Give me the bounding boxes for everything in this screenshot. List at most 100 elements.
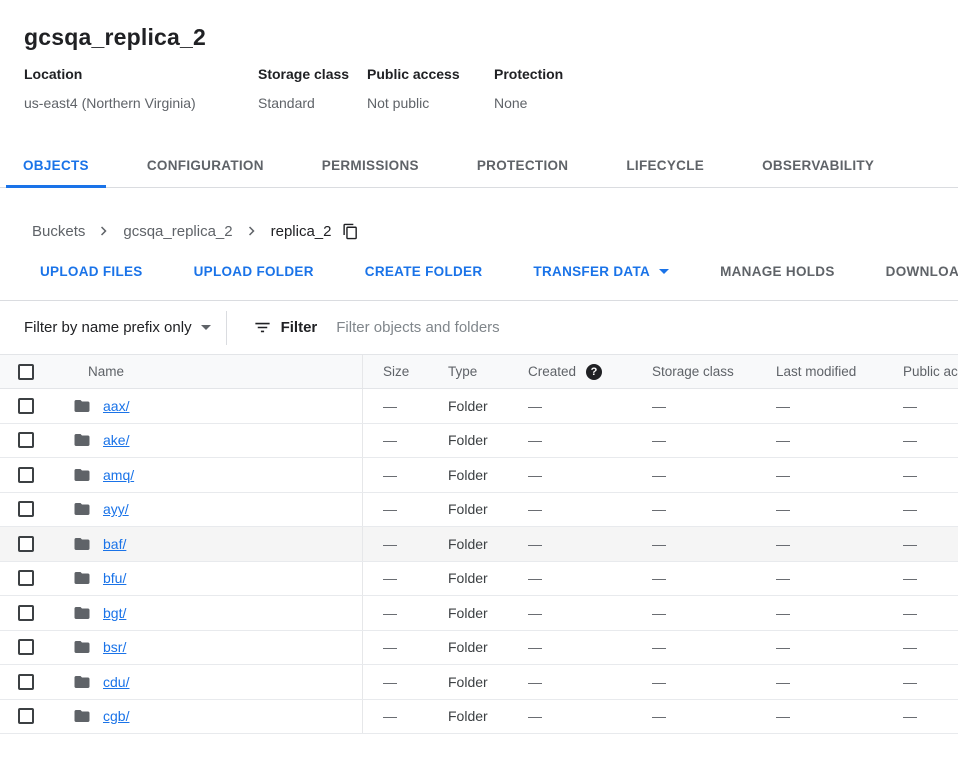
- row-checkbox[interactable]: [18, 570, 34, 586]
- row-checkbox[interactable]: [18, 432, 34, 448]
- folder-icon: [73, 466, 91, 484]
- cell-created: —: [508, 700, 632, 734]
- breadcrumb-bucket-name[interactable]: gcsqa_replica_2: [123, 223, 232, 240]
- toolbar-button-upload-files[interactable]: UPLOAD FILES: [40, 264, 143, 279]
- folder-icon: [73, 569, 91, 587]
- folder-link-baf[interactable]: baf/: [103, 536, 126, 552]
- filter-bar: Filter by name prefix only Filter: [0, 301, 958, 354]
- object-actions-toolbar: UPLOAD FILES UPLOAD FOLDER CREATE FOLDER…: [0, 264, 958, 301]
- cell-last-modified: —: [756, 596, 883, 630]
- breadcrumb: Buckets gcsqa_replica_2 replica_2: [0, 188, 958, 240]
- folder-icon: [73, 673, 91, 691]
- filter-input[interactable]: [334, 318, 754, 337]
- cell-public-access: —: [883, 527, 958, 561]
- folder-link-cdu[interactable]: cdu/: [103, 674, 129, 690]
- toolbar-button-label: MANAGE HOLDS: [720, 264, 835, 279]
- cell-created: —: [508, 562, 632, 596]
- metadata-value: us-east4 (Northern Virginia): [24, 95, 258, 111]
- tab-bar: OBJECTS CONFIGURATION PERMISSIONS PROTEC…: [0, 144, 958, 188]
- toolbar-button-download[interactable]: DOWNLOAD: [886, 264, 958, 279]
- row-checkbox[interactable]: [18, 639, 34, 655]
- toolbar-button-create-folder[interactable]: CREATE FOLDER: [365, 264, 483, 279]
- row-checkbox[interactable]: [18, 605, 34, 621]
- column-header-size: Size: [363, 355, 428, 388]
- column-header-created: Created ?: [508, 355, 632, 388]
- metadata-item-protection: Protection None: [494, 66, 563, 111]
- tab-lifecycle[interactable]: LIFECYCLE: [609, 144, 721, 188]
- cell-storage-class: —: [632, 562, 756, 596]
- toolbar-button-manage-holds[interactable]: MANAGE HOLDS: [720, 264, 835, 279]
- cell-last-modified: —: [756, 700, 883, 734]
- column-header-type: Type: [428, 355, 508, 388]
- tab-label: OBJECTS: [23, 158, 89, 173]
- table-row-bgt: bgt/ — Folder — — — —: [0, 596, 958, 631]
- cell-size: —: [363, 493, 428, 527]
- cell-public-access: —: [883, 389, 958, 423]
- cell-created: —: [508, 493, 632, 527]
- cell-storage-class: —: [632, 527, 756, 561]
- cell-size: —: [363, 527, 428, 561]
- folder-link-bsr[interactable]: bsr/: [103, 639, 126, 655]
- cell-storage-class: —: [632, 458, 756, 492]
- cell-public-access: —: [883, 700, 958, 734]
- metadata-value: None: [494, 95, 563, 111]
- filter-mode-select[interactable]: Filter by name prefix only: [24, 319, 211, 336]
- column-header-public-access: Public access: [883, 355, 958, 388]
- tab-objects[interactable]: OBJECTS: [6, 144, 106, 188]
- cell-size: —: [363, 665, 428, 699]
- copy-icon[interactable]: [342, 223, 359, 240]
- metadata-label: Public access: [367, 66, 494, 82]
- help-icon[interactable]: ?: [586, 364, 602, 380]
- breadcrumb-buckets[interactable]: Buckets: [32, 223, 85, 240]
- folder-icon: [73, 397, 91, 415]
- cell-created: —: [508, 458, 632, 492]
- folder-icon: [73, 638, 91, 656]
- select-all-checkbox[interactable]: [18, 364, 34, 380]
- cell-type: Folder: [428, 562, 508, 596]
- folder-icon: [73, 604, 91, 622]
- bucket-metadata: Location us-east4 (Northern Virginia) St…: [24, 66, 958, 111]
- column-header-last-modified: Last modified: [756, 355, 883, 388]
- folder-link-bgt[interactable]: bgt/: [103, 605, 126, 621]
- folder-link-cgb[interactable]: cgb/: [103, 708, 129, 724]
- cell-type: Folder: [428, 389, 508, 423]
- folder-link-amq[interactable]: amq/: [103, 467, 134, 483]
- row-checkbox[interactable]: [18, 398, 34, 414]
- metadata-value: Not public: [367, 95, 494, 111]
- folder-link-ake[interactable]: ake/: [103, 432, 129, 448]
- row-checkbox[interactable]: [18, 536, 34, 552]
- row-checkbox[interactable]: [18, 674, 34, 690]
- cell-size: —: [363, 631, 428, 665]
- cell-size: —: [363, 700, 428, 734]
- table-row-baf: baf/ — Folder — — — —: [0, 527, 958, 562]
- toolbar-button-transfer-data[interactable]: TRANSFER DATA: [533, 264, 669, 279]
- tab-configuration[interactable]: CONFIGURATION: [130, 144, 281, 188]
- row-checkbox[interactable]: [18, 501, 34, 517]
- table-row-cgb: cgb/ — Folder — — — —: [0, 700, 958, 735]
- folder-link-ayy[interactable]: ayy/: [103, 501, 129, 517]
- toolbar-button-upload-folder[interactable]: UPLOAD FOLDER: [194, 264, 314, 279]
- page-title: gcsqa_replica_2: [24, 24, 958, 51]
- chevron-right-icon: [95, 222, 113, 240]
- tab-protection[interactable]: PROTECTION: [460, 144, 586, 188]
- folder-link-aax[interactable]: aax/: [103, 398, 129, 414]
- arrow-drop-down-icon: [659, 269, 669, 274]
- cell-storage-class: —: [632, 631, 756, 665]
- folder-icon: [73, 535, 91, 553]
- cell-storage-class: —: [632, 493, 756, 527]
- cell-size: —: [363, 562, 428, 596]
- objects-table-header: Name Size Type Created ? Storage class L…: [0, 354, 958, 389]
- toolbar-button-label: CREATE FOLDER: [365, 264, 483, 279]
- cell-size: —: [363, 389, 428, 423]
- row-checkbox[interactable]: [18, 708, 34, 724]
- cell-public-access: —: [883, 424, 958, 458]
- chevron-right-icon: [243, 222, 261, 240]
- folder-icon: [73, 500, 91, 518]
- tab-observability[interactable]: OBSERVABILITY: [745, 144, 891, 188]
- cell-size: —: [363, 596, 428, 630]
- cell-type: Folder: [428, 700, 508, 734]
- cell-last-modified: —: [756, 665, 883, 699]
- tab-permissions[interactable]: PERMISSIONS: [305, 144, 436, 188]
- row-checkbox[interactable]: [18, 467, 34, 483]
- folder-link-bfu[interactable]: bfu/: [103, 570, 126, 586]
